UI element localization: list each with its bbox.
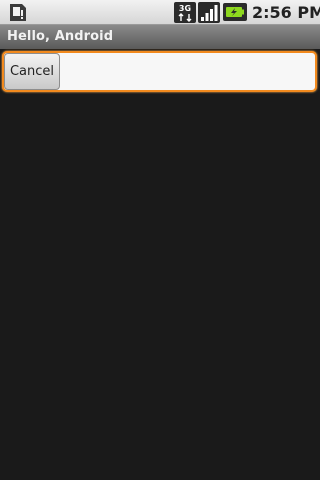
search-row: Cancel [0,49,320,95]
network-type-label: 3G [179,4,191,13]
status-bar: 3G 2:56 PM [0,0,320,25]
cancel-button[interactable]: Cancel [4,53,60,90]
3g-data-icon: 3G [174,2,196,23]
title-bar: Hello, Android [0,25,320,49]
app-screen: 3G 2:56 PM Hello, Android Cancel [0,0,320,480]
signal-strength-icon [198,2,220,23]
battery-charging-icon [223,3,247,21]
status-clock: 2:56 PM [252,3,320,22]
sd-card-icon [10,4,26,21]
app-title: Hello, Android [7,29,114,44]
